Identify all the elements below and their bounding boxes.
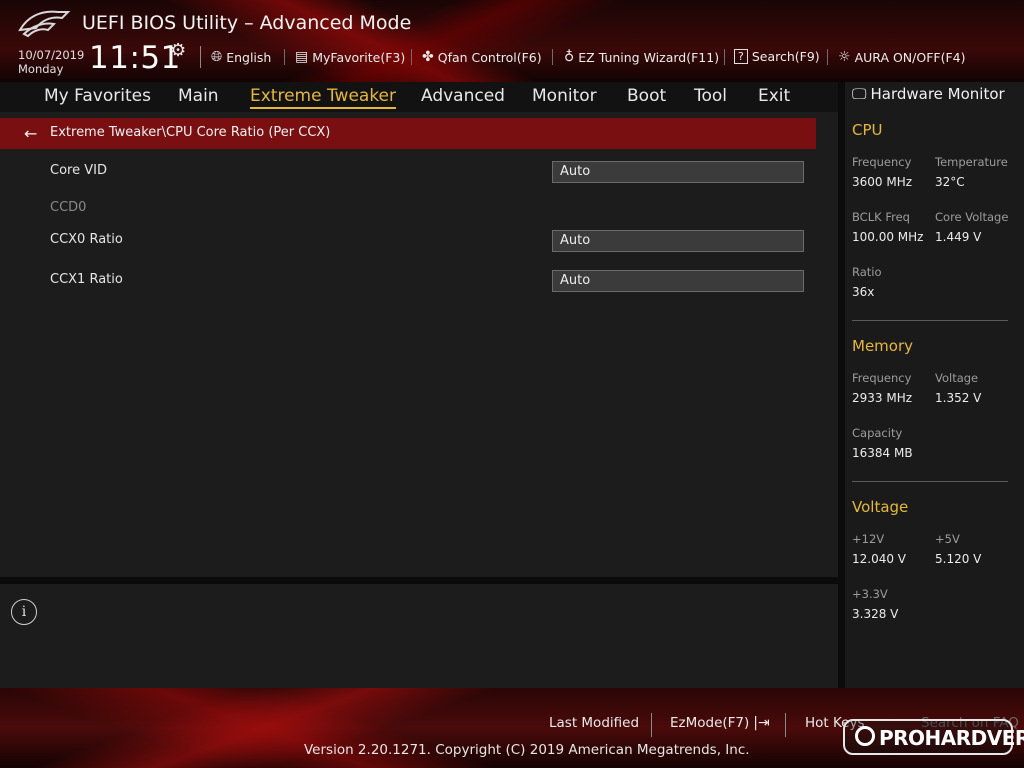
v5-label: +5V bbox=[935, 532, 960, 546]
core-voltage-label: Core Voltage bbox=[935, 210, 1009, 224]
myfavorite-label: MyFavorite(F3) bbox=[312, 49, 406, 65]
help-panel bbox=[0, 584, 838, 688]
language-button[interactable]: 🌐︎ English bbox=[211, 49, 271, 65]
v33-value: 3.328 V bbox=[852, 607, 899, 621]
header-divider bbox=[411, 49, 412, 65]
version-text: Version 2.20.1271. Copyright (C) 2019 Am… bbox=[304, 742, 750, 758]
ratio-label: Ratio bbox=[852, 265, 882, 279]
memory-capacity-label: Capacity bbox=[852, 426, 903, 440]
aura-label: AURA ON/OFF(F4) bbox=[854, 49, 966, 65]
date-display: 10/07/2019 Monday bbox=[18, 48, 84, 76]
search-button[interactable]: ? Search(F9) bbox=[734, 49, 820, 64]
footer-divider bbox=[651, 713, 652, 737]
tab-advanced[interactable]: Advanced bbox=[421, 86, 505, 106]
ratio-value: 36x bbox=[852, 285, 875, 299]
section-divider bbox=[852, 320, 1008, 321]
cpu-temperature-label: Temperature bbox=[935, 155, 1008, 169]
last-modified-button[interactable]: Last Modified bbox=[549, 715, 639, 731]
fan-icon: ✤ bbox=[422, 49, 434, 65]
watermark-logo-icon bbox=[855, 726, 875, 746]
globe-icon: 🌐︎ bbox=[211, 49, 223, 65]
search-help-icon: ? bbox=[734, 49, 748, 64]
aura-light-icon: ☼ bbox=[838, 49, 851, 65]
clock-display: 11:51 bbox=[89, 40, 181, 76]
header-divider bbox=[200, 46, 201, 68]
ez-tuning-label: EZ Tuning Wizard(F11) bbox=[578, 49, 720, 65]
tab-monitor[interactable]: Monitor bbox=[532, 86, 597, 106]
bclk-freq-label: BCLK Freq bbox=[852, 210, 910, 224]
ccx1-ratio-label: CCX1 Ratio bbox=[50, 272, 123, 287]
ez-tuning-wizard-button[interactable]: ♁ EZ Tuning Wizard(F11) bbox=[564, 49, 719, 65]
breadcrumb-text: Extreme Tweaker\CPU Core Ratio (Per CCX) bbox=[50, 125, 331, 140]
v5-value: 5.120 V bbox=[935, 552, 982, 566]
date-text: 10/07/2019 bbox=[18, 48, 85, 62]
search-label: Search(F9) bbox=[751, 49, 820, 64]
header-divider bbox=[284, 49, 285, 65]
tab-tool[interactable]: Tool bbox=[694, 86, 727, 106]
day-text: Monday bbox=[18, 62, 64, 76]
tab-exit[interactable]: Exit bbox=[758, 86, 790, 106]
exit-arrow-icon: |⇥ bbox=[753, 715, 770, 731]
lightbulb-icon: ♁ bbox=[564, 49, 575, 65]
footer-divider bbox=[785, 713, 786, 737]
v33-label: +3.3V bbox=[852, 587, 888, 601]
language-label: English bbox=[226, 49, 272, 65]
tab-main[interactable]: Main bbox=[178, 86, 219, 106]
ccx0-ratio-label: CCX0 Ratio bbox=[50, 232, 123, 247]
qfan-control-button[interactable]: ✤ Qfan Control(F6) bbox=[422, 49, 542, 65]
memory-heading: Memory bbox=[852, 337, 914, 355]
info-icon: i bbox=[11, 599, 37, 625]
myfavorite-button[interactable]: ▤ MyFavorite(F3) bbox=[295, 49, 405, 65]
favorite-list-icon: ▤ bbox=[295, 49, 309, 65]
header-divider bbox=[827, 49, 828, 65]
v12-label: +12V bbox=[852, 532, 885, 546]
ccx1-ratio-field[interactable]: Auto bbox=[552, 270, 804, 292]
header-divider bbox=[552, 49, 553, 65]
tab-boot[interactable]: Boot bbox=[627, 86, 666, 106]
section-divider bbox=[852, 481, 1008, 482]
tab-extreme-tweaker[interactable]: Extreme Tweaker bbox=[250, 86, 397, 109]
v12-value: 12.040 V bbox=[852, 552, 907, 566]
app-title: UEFI BIOS Utility – Advanced Mode bbox=[82, 12, 412, 34]
ezmode-button[interactable]: EzMode(F7) |⇥ bbox=[670, 715, 770, 731]
core-voltage-value: 1.449 V bbox=[935, 230, 982, 244]
core-vid-field[interactable]: Auto bbox=[552, 161, 804, 183]
bclk-freq-value: 100.00 MHz bbox=[852, 230, 924, 244]
back-arrow-icon[interactable]: ← bbox=[24, 124, 37, 143]
ccd0-heading: CCD0 bbox=[50, 200, 87, 215]
monitor-icon: 🖵︎ bbox=[852, 85, 867, 103]
hardware-monitor-title: 🖵︎ Hardware Monitor bbox=[852, 85, 1005, 103]
rog-logo-icon bbox=[18, 10, 70, 38]
memory-capacity-value: 16384 MB bbox=[852, 446, 913, 460]
tab-my-favorites[interactable]: My Favorites bbox=[44, 86, 151, 106]
memory-voltage-label: Voltage bbox=[935, 371, 979, 385]
qfan-label: Qfan Control(F6) bbox=[437, 49, 542, 65]
cpu-heading: CPU bbox=[852, 121, 883, 139]
core-vid-label: Core VID bbox=[50, 163, 107, 178]
memory-voltage-value: 1.352 V bbox=[935, 391, 982, 405]
memory-frequency-value: 2933 MHz bbox=[852, 391, 913, 405]
cpu-frequency-value: 3600 MHz bbox=[852, 175, 913, 189]
header-divider bbox=[724, 49, 725, 65]
aura-toggle-button[interactable]: ☼ AURA ON/OFF(F4) bbox=[838, 49, 965, 65]
ccx0-ratio-field[interactable]: Auto bbox=[552, 230, 804, 252]
voltage-heading: Voltage bbox=[852, 498, 909, 516]
memory-frequency-label: Frequency bbox=[852, 371, 912, 385]
cpu-temperature-value: 32°C bbox=[935, 175, 965, 189]
gear-icon[interactable]: ⚙ bbox=[170, 40, 186, 61]
hardware-monitor-label: Hardware Monitor bbox=[870, 85, 1005, 103]
ezmode-label: EzMode(F7) bbox=[670, 715, 750, 731]
cpu-frequency-label: Frequency bbox=[852, 155, 912, 169]
